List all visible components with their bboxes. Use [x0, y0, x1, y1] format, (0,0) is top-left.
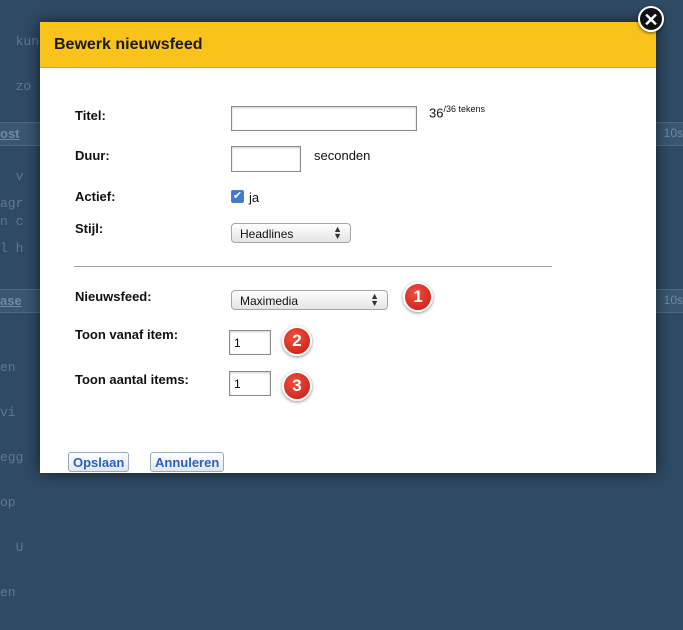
- stijl-select-value: Headlines: [240, 227, 294, 241]
- toon-vanaf-input[interactable]: [229, 330, 271, 355]
- callout-badge-2: 2: [282, 326, 312, 356]
- background-line: en: [0, 585, 16, 600]
- titel-label: Titel:: [75, 108, 106, 123]
- nieuwsfeed-select-value: Maximedia: [240, 294, 299, 308]
- background-line: egg: [0, 450, 24, 465]
- duur-unit: seconden: [314, 148, 371, 163]
- stijl-select[interactable]: Headlines ▲ ▼: [231, 223, 351, 243]
- titel-counter-total: /36 tekens: [443, 104, 485, 114]
- save-button[interactable]: Opslaan: [68, 452, 130, 472]
- callout-badge-1: 1: [403, 282, 433, 312]
- actief-label: Actief:: [75, 189, 116, 204]
- background-line: en: [0, 360, 16, 375]
- select-arrows-icon: ▲ ▼: [370, 291, 379, 308]
- background-text: en vi egg op U en: [0, 330, 31, 630]
- edit-newsfeed-dialog: Bewerk nieuwsfeed Titel: 36/36 tekens Du…: [40, 22, 656, 473]
- duur-input[interactable]: [231, 146, 301, 172]
- background-line: agr: [0, 196, 24, 211]
- background-line: op: [0, 495, 16, 510]
- titel-input[interactable]: [231, 106, 417, 131]
- dialog-header: Bewerk nieuwsfeed: [40, 22, 656, 68]
- toon-vanaf-label: Toon vanaf item:: [75, 327, 179, 342]
- select-arrows-icon: ▲ ▼: [333, 224, 342, 241]
- actief-checkbox-label: ja: [249, 190, 260, 205]
- background-duration: 10s: [663, 293, 683, 307]
- dialog-title: Bewerk nieuwsfeed: [54, 36, 203, 53]
- actief-checkbox[interactable]: ✔: [231, 190, 244, 203]
- form-divider: [74, 266, 552, 267]
- checkmark-icon: ✔: [232, 190, 243, 202]
- toon-aantal-input[interactable]: [229, 371, 271, 396]
- close-dialog-button[interactable]: ✕: [638, 6, 664, 32]
- stijl-label: Stijl:: [75, 221, 104, 236]
- duur-label: Duur:: [75, 148, 110, 163]
- close-icon: ✕: [643, 10, 659, 30]
- callout-badge-3: 3: [282, 371, 312, 401]
- background-line: l h: [0, 241, 24, 256]
- titel-character-counter: 36/36 tekens: [429, 104, 485, 120]
- toon-aantal-label: Toon aantal items:: [75, 372, 189, 387]
- background-line: U: [0, 540, 24, 555]
- background-link: ase: [0, 293, 22, 308]
- titel-counter-number: 36: [429, 105, 444, 121]
- background-text: agr l h: [0, 166, 31, 286]
- cancel-button[interactable]: Annuleren: [150, 452, 225, 472]
- background-line: vi: [0, 405, 16, 420]
- background-link: ost: [0, 126, 20, 141]
- nieuwsfeed-select[interactable]: Maximedia ▲ ▼: [231, 290, 388, 310]
- nieuwsfeed-label: Nieuwsfeed:: [75, 289, 152, 304]
- background-duration: 10s: [663, 126, 683, 140]
